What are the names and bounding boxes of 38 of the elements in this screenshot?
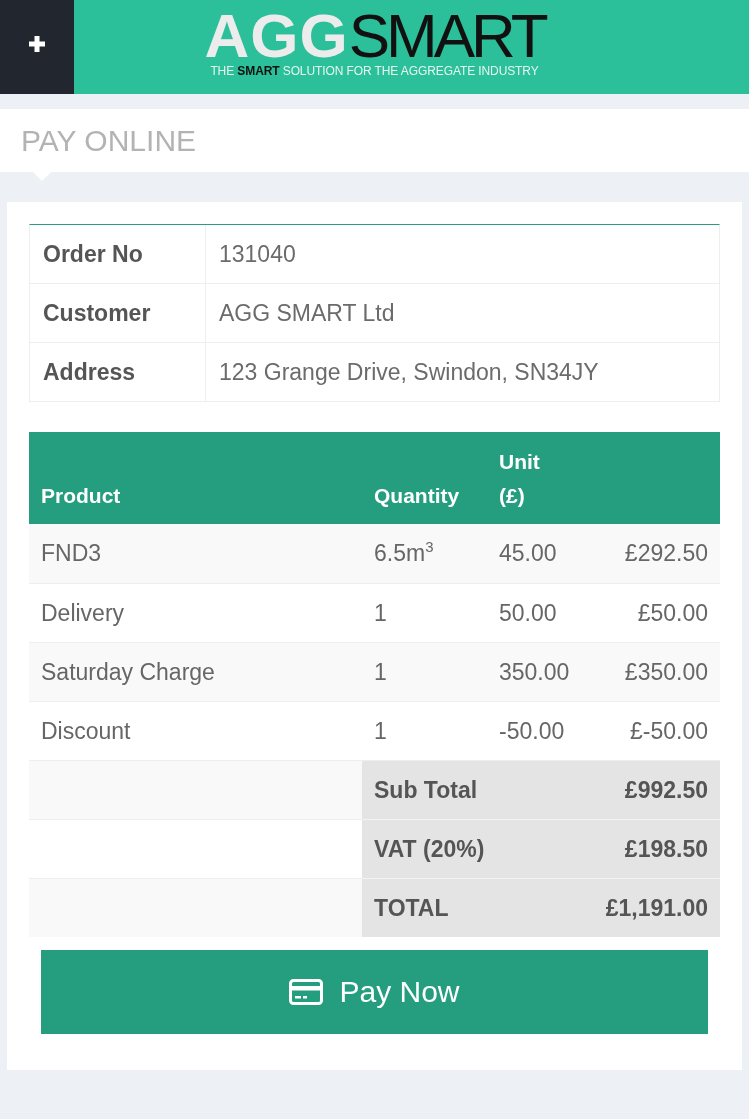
column-header: Unit (£) — [499, 449, 540, 509]
table-cell-text: 50.00 — [498, 599, 558, 627]
table-cell-text: £292.50 — [623, 540, 709, 567]
table-cell-text: £50.00 — [636, 599, 709, 627]
table-cell-text: -50.00 — [498, 717, 566, 745]
column-header: Product — [41, 483, 121, 509]
field-value: 123 Grange Drive, Swindon, SN34JY — [219, 358, 599, 386]
page-title: PAY ONLINE — [21, 123, 197, 158]
table-cell-text: 1 — [373, 658, 388, 686]
summary-value: £992.50 — [624, 776, 708, 804]
table-cell-text: Delivery — [40, 599, 126, 627]
table-cell-text: Discount — [40, 717, 132, 745]
summary-label: Sub Total — [374, 776, 478, 804]
field-value: 131040 — [219, 240, 296, 268]
plus-icon — [29, 36, 45, 52]
summary-value: £198.50 — [624, 835, 708, 863]
field-label: Address — [43, 358, 136, 386]
table-cell-text: FND3 — [40, 540, 103, 567]
column-header: Quantity — [374, 483, 460, 509]
summary-label: TOTAL — [374, 894, 449, 922]
expand-button[interactable] — [0, 0, 74, 94]
field-label: Customer — [43, 299, 151, 327]
table-cell-text: 350.00 — [498, 658, 571, 686]
table-cell-text: 6.5m$^{3}$ — [373, 540, 435, 567]
field-label: Order No — [43, 240, 143, 268]
logo-wordmark: AGGSMART — [204, 10, 545, 62]
field-value: AGG SMART Ltd — [219, 299, 395, 327]
credit-card-icon — [289, 979, 324, 1005]
table-cell-text: 1 — [373, 717, 388, 745]
summary-value: £1,191.00 — [605, 894, 708, 922]
table-cell-text: £350.00 — [623, 658, 709, 686]
summary-label: VAT (20%) — [374, 835, 485, 863]
table-cell-text: 45.00 — [498, 540, 558, 567]
table-cell-text: 1 — [373, 599, 388, 627]
logo-tagline: THE SMART SOLUTION FOR THE AGGREGATE INDUSTRY — [210, 64, 539, 78]
table-cell-text: Saturday Charge — [40, 658, 216, 686]
pay-now-button[interactable]: Pay Now — [41, 950, 708, 1034]
table-cell-text: £-50.00 — [629, 717, 709, 745]
